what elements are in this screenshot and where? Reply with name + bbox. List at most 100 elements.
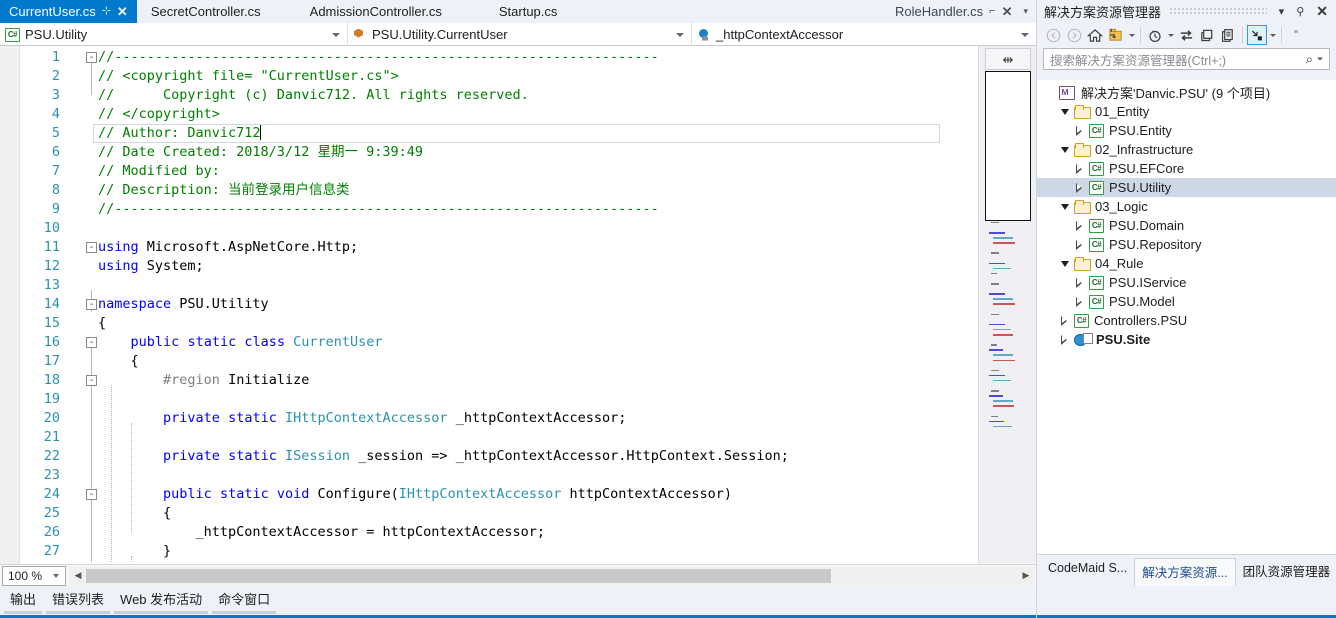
chevron-down-icon[interactable] (1021, 32, 1029, 37)
code-line[interactable]: 5 // Author: Danvic712 (0, 124, 978, 143)
scrollbar-track[interactable] (86, 568, 1018, 583)
code-line[interactable]: 15 { (0, 314, 978, 333)
tab-overflow-chevron-down-icon[interactable]: ▾ (1021, 0, 1036, 23)
expander-collapse-icon[interactable] (1056, 203, 1074, 210)
tree-item[interactable]: C# PSU.Entity (1037, 121, 1336, 140)
forward-arrow-icon[interactable] (1064, 25, 1084, 45)
home-icon[interactable] (1085, 25, 1105, 45)
new-solution-view-chevron-down-icon[interactable] (1127, 25, 1136, 45)
tree-item[interactable]: C# PSU.Utility (1037, 178, 1336, 197)
expander-collapse-icon[interactable] (1056, 108, 1074, 115)
tree-item[interactable]: C# PSU.Domain (1037, 216, 1336, 235)
editor-tab-currentuser[interactable]: CurrentUser.cs ⊹ ✕ (0, 0, 137, 23)
collapse-all-chevron-down-icon[interactable] (1268, 25, 1277, 45)
tree-item[interactable]: 02_Infrastructure (1037, 140, 1336, 159)
solution-explorer-search-box[interactable]: 搜索解决方案资源管理器(Ctrl+;) ⌕ (1043, 48, 1330, 70)
solution-explorer-bottom-tab[interactable]: CodeMaid S... (1041, 558, 1134, 580)
refresh-icon[interactable] (1197, 25, 1217, 45)
scrollbar-thumb[interactable] (86, 568, 831, 583)
project-dropdown[interactable]: C# PSU.Utility (0, 23, 348, 46)
tree-item[interactable]: C# PSU.Repository (1037, 235, 1336, 254)
pin-icon[interactable]: ⌐ (989, 6, 995, 17)
code-line[interactable]: 4 // </copyright> (0, 105, 978, 124)
editor-tab-rolehandler[interactable]: RoleHandler.cs ⌐ ✕ (886, 0, 1022, 23)
expander-expand-icon[interactable] (1071, 239, 1089, 250)
code-line[interactable]: 20 private static IHttpContextAccessor _… (0, 409, 978, 428)
code-line[interactable]: 6 // Date Created: 2018/3/12 星期一 9:39:49 (0, 143, 978, 162)
expander-expand-icon[interactable] (1071, 163, 1089, 174)
fold-toggle-icon[interactable]: - (86, 52, 97, 63)
close-icon[interactable]: ✕ (1312, 3, 1332, 20)
code-line[interactable]: 17 { (0, 352, 978, 371)
search-options-chevron-down-icon[interactable] (1317, 57, 1323, 61)
type-dropdown[interactable]: PSU.Utility.CurrentUser (348, 23, 692, 46)
pending-changes-chevron-down-icon[interactable] (1166, 25, 1175, 45)
pending-changes-clock-icon[interactable] (1145, 25, 1165, 45)
expander-expand-icon[interactable] (1071, 296, 1089, 307)
tree-item[interactable]: 解决方案'Danvic.PSU' (9 个项目) (1037, 83, 1336, 102)
code-line[interactable]: 3 // Copyright (c) Danvic712. All rights … (0, 86, 978, 105)
solution-explorer-tree[interactable]: 解决方案'Danvic.PSU' (9 个项目) 01_Entity C# PSU.E… (1037, 80, 1336, 554)
expander-collapse-icon[interactable] (1056, 260, 1074, 267)
pin-icon[interactable]: ⚲ (1292, 5, 1308, 18)
tree-item[interactable]: C# Controllers.PSU (1037, 311, 1336, 330)
expander-expand-icon[interactable] (1056, 315, 1074, 326)
expander-expand-icon[interactable] (1056, 334, 1074, 345)
expander-expand-icon[interactable] (1071, 125, 1089, 136)
editor-tab-admissioncontroller[interactable]: AdmissionController.cs (301, 0, 490, 23)
chevron-down-icon[interactable] (53, 573, 59, 578)
code-line[interactable]: 16 - public static class CurrentUser (0, 333, 978, 352)
solution-explorer-bottom-tab[interactable]: 解决方案资源... (1134, 558, 1236, 586)
editor-tab-secretcontroller[interactable]: SecretController.cs (137, 0, 301, 23)
expander-expand-icon[interactable] (1071, 220, 1089, 231)
chevron-down-icon[interactable] (332, 32, 340, 37)
sync-with-active-document-icon[interactable] (1176, 25, 1196, 45)
horizontal-scrollbar[interactable]: ◀ ▶ (70, 566, 1034, 585)
code-line[interactable]: 10 (0, 219, 978, 238)
expander-expand-icon[interactable] (1071, 277, 1089, 288)
pin-icon[interactable]: ⊹ (102, 6, 111, 17)
split-view-handle[interactable]: ⇹ (985, 48, 1031, 70)
member-dropdown[interactable]: _httpContextAccessor (692, 23, 1036, 46)
solution-explorer-bottom-tab[interactable]: 团队资源管理器 (1236, 558, 1336, 585)
new-solution-view-icon[interactable] (1106, 25, 1126, 45)
code-line[interactable]: 1 -//------------------------------------… (0, 48, 978, 67)
fold-toggle-icon[interactable]: - (86, 299, 97, 310)
code-line[interactable]: 21 (0, 428, 978, 447)
dock-tab[interactable]: 错误列表 (44, 586, 112, 614)
code-line[interactable]: 25 { (0, 504, 978, 523)
zoom-level-dropdown[interactable]: 100 % (2, 565, 66, 586)
tree-item[interactable]: C# PSU.Model (1037, 292, 1336, 311)
code-line[interactable]: 13 (0, 276, 978, 295)
code-line[interactable]: 2 // <copyright file= "CurrentUser.cs"> (0, 67, 978, 86)
editor-minimap-scrollbar[interactable]: ⇹ (978, 46, 1036, 564)
code-line[interactable]: 26 _httpContextAccessor = httpContextAcc… (0, 523, 978, 542)
dock-tab[interactable]: 输出 (2, 586, 44, 614)
collapse-all-icon[interactable] (1247, 25, 1267, 45)
dock-tab[interactable]: 命令窗口 (210, 586, 278, 614)
editor-code-surface[interactable]: 1-//------------------------------------… (0, 46, 978, 564)
fold-toggle-icon[interactable]: - (86, 337, 97, 348)
expander-expand-icon[interactable] (1071, 182, 1089, 193)
expander-collapse-icon[interactable] (1056, 146, 1074, 153)
minimap-viewport[interactable] (985, 71, 1031, 221)
close-icon[interactable]: ✕ (1002, 5, 1013, 18)
fold-toggle-icon[interactable]: - (86, 489, 97, 500)
code-line[interactable]: 9 //-------------------------------------… (0, 200, 978, 219)
code-line[interactable]: 23 (0, 466, 978, 485)
code-line[interactable]: 19 (0, 390, 978, 409)
scroll-left-arrow-icon[interactable]: ◀ (70, 570, 86, 581)
show-all-files-icon[interactable] (1218, 25, 1238, 45)
back-arrow-icon[interactable] (1043, 25, 1063, 45)
fold-toggle-icon[interactable]: - (86, 375, 97, 386)
close-icon[interactable]: ✕ (117, 5, 128, 18)
tree-item[interactable]: PSU.Site (1037, 330, 1336, 349)
code-line[interactable]: 24 - public static void Configure(IHttpCo… (0, 485, 978, 504)
code-line[interactable]: 7 // Modified by: (0, 162, 978, 181)
scroll-right-arrow-icon[interactable]: ▶ (1018, 570, 1034, 581)
fold-toggle-icon[interactable]: - (86, 242, 97, 253)
code-line[interactable]: 22 private static ISession _session => _… (0, 447, 978, 466)
panel-menu-chevron-down-icon[interactable]: ▾ (1275, 5, 1289, 18)
drag-handle-dots[interactable] (1165, 0, 1271, 23)
tree-item[interactable]: 03_Logic (1037, 197, 1336, 216)
